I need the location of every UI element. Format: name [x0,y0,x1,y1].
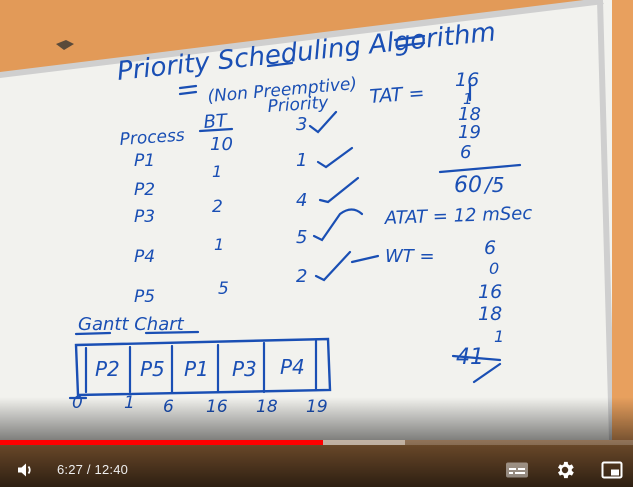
tat-divisor: /5 [483,173,504,197]
player-controls: 6:27 / 12:40 [0,452,633,487]
row-5-bt: 5 [218,279,229,299]
gantt-tick-6: 19 [306,397,328,417]
volume-button[interactable] [10,452,40,487]
gantt-tick-3: 6 [163,397,174,417]
gantt-cell-1: P2 [95,357,120,381]
row-1-priority: 3 [296,114,307,135]
gantt-cell-2: P5 [140,357,165,381]
tat-value-4: 19 [458,122,481,143]
time-display: 6:27 / 12:40 [57,452,128,487]
tat-sum: 60 [454,173,482,198]
subtitles-button[interactable] [500,452,534,487]
row-4-bt: 1 [214,235,224,254]
tat-value-5: 6 [460,142,471,163]
miniplayer-icon [601,461,623,478]
tat-value-1: 16 [455,69,479,91]
wt-value-3: 16 [478,281,502,303]
subtitles-icon [506,462,528,477]
wt-value-4: 18 [478,303,502,325]
row-2-process: P2 [134,180,155,200]
wt-value-2: 0 [489,259,499,278]
gantt-tick-5: 18 [256,397,278,417]
row-2-bt: 1 [212,162,222,181]
wall-right [612,0,633,440]
settings-button[interactable] [549,452,581,487]
row-1-bt: 10 [210,134,233,155]
gantt-underline-2 [144,330,200,335]
row-5-process: P5 [134,287,155,307]
duration: 12:40 [94,462,129,477]
miniplayer-button[interactable] [596,452,628,487]
wt-value-5: 1 [494,327,504,346]
row-4-priority: 5 [296,227,307,248]
row-3-bt: 2 [212,197,223,217]
wt-value-1: 6 [484,237,496,259]
gantt-underline-1 [74,331,112,336]
current-time: 6:27 [57,462,84,477]
video-player[interactable]: Priority Scheduling Algorithm (Non Preem… [0,0,633,487]
gantt-tick-2: 1 [124,393,135,413]
row-1-process: P1 [134,151,155,171]
gantt-cell-3: P1 [184,357,209,381]
gantt-tick-4: 16 [206,397,228,417]
row-3-process: P3 [134,207,155,227]
gantt-cell-5: P4 [280,355,305,379]
settings-gear-icon [558,461,574,478]
tat-label: TAT = [369,82,425,108]
wt-label: WT = [385,246,435,267]
row-5-priority: 2 [296,266,307,287]
video-frame[interactable]: Priority Scheduling Algorithm (Non Preem… [0,0,633,487]
row-2-priority: 1 [296,150,307,171]
row-4-process: P4 [134,247,155,267]
volume-icon [18,463,31,476]
gantt-cell-4: P3 [232,357,257,381]
row-3-priority: 4 [296,190,307,211]
progress-bar[interactable] [0,440,633,445]
progress-played [0,440,323,445]
time-separator: / [83,462,95,477]
